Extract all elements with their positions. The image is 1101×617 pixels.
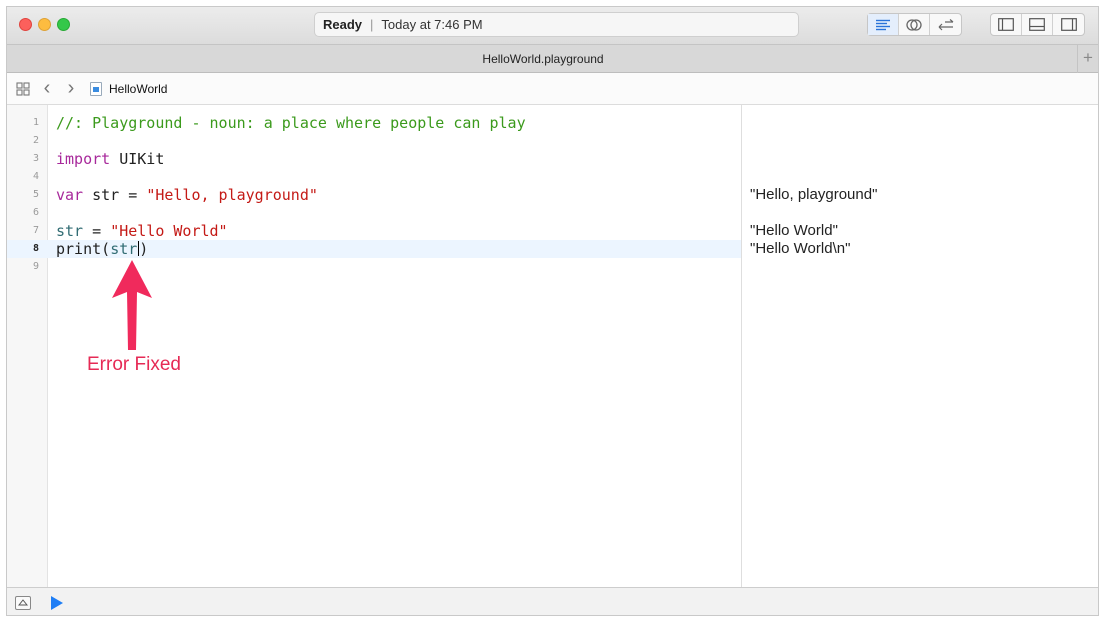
playground-file-icon (90, 81, 102, 96)
status-ready: Ready (323, 17, 363, 32)
code-line: 1 //: Playground - noun: a place where p… (7, 114, 741, 132)
code-string: "Hello World" (110, 222, 228, 240)
annotation-label: Error Fixed (87, 354, 181, 375)
line-number: 8 (32, 243, 39, 254)
playground-window: Ready | Today at 7:46 PM HelloWorld.play… (6, 6, 1099, 616)
tab-bar: HelloWorld.playground + (7, 45, 1098, 73)
tab-playground[interactable]: HelloWorld.playground (7, 45, 1079, 73)
code-string: "Hello, playground" (146, 186, 318, 204)
code-plain: = (83, 222, 111, 240)
right-panel-icon (1060, 18, 1077, 31)
standard-editor-icon (876, 19, 890, 30)
code-text: import UIKit (56, 150, 164, 168)
bottom-panel-icon (1029, 18, 1045, 31)
code-line: 4 (7, 168, 741, 186)
line-number: 1 (32, 117, 39, 128)
code-identifier: st (110, 240, 129, 258)
back-button[interactable]: ‹ (38, 77, 56, 99)
debug-area-icon (18, 598, 28, 605)
line-number: 3 (32, 153, 39, 164)
status-time: Today at 7:46 PM (381, 17, 483, 32)
result-value[interactable]: "Hello, playground" (750, 186, 877, 204)
editor-mode-group (867, 13, 962, 36)
left-panel-icon (998, 18, 1014, 31)
activity-status: Ready | Today at 7:46 PM (314, 12, 799, 37)
code-function: print( (56, 240, 111, 258)
grid-icon (16, 81, 30, 96)
standard-editor-button[interactable] (868, 14, 899, 35)
result-value[interactable]: "Hello World\n" (750, 240, 850, 258)
navigator-toggle-button[interactable] (991, 14, 1022, 35)
code-keyword: import (56, 150, 111, 168)
view-toggle-group (990, 13, 1085, 36)
version-editor-button[interactable] (930, 14, 961, 35)
titlebar: Ready | Today at 7:46 PM (7, 7, 1098, 45)
annotation-arrow-icon (112, 260, 152, 350)
code-text: print(str) (56, 240, 148, 258)
jump-bar: ‹ › HelloWorld (7, 73, 1098, 105)
version-editor-icon (938, 18, 953, 30)
code-plain: str = (83, 186, 147, 204)
line-number: 5 (32, 189, 39, 200)
code-text: //: Playground - noun: a place where peo… (56, 114, 526, 132)
code-text: str = "Hello World" (56, 222, 228, 240)
run-playground-button[interactable] (51, 595, 63, 610)
line-number: 9 (32, 261, 39, 272)
code-line: 2 (7, 132, 741, 150)
line-number: 2 (32, 135, 39, 146)
code-line: 3 import UIKit (7, 150, 741, 168)
code-identifier-end: r (128, 240, 138, 258)
zoom-window-button[interactable] (57, 18, 70, 31)
result-value[interactable]: "Hello World" (750, 222, 838, 240)
assistant-editor-icon (906, 18, 922, 31)
code-keyword: var (56, 186, 84, 204)
forward-button[interactable]: › (62, 77, 80, 99)
code-line: 7 str = "Hello World" (7, 222, 741, 240)
code-line: 5 var str = "Hello, playground" (7, 186, 741, 204)
debug-area-toggle-button[interactable] (1022, 14, 1053, 35)
code-paren: ) (139, 240, 149, 258)
related-items-button[interactable] (14, 80, 32, 98)
breadcrumb[interactable]: HelloWorld (90, 81, 168, 96)
status-separator: | (370, 17, 374, 32)
hide-debug-area-button[interactable] (15, 595, 31, 610)
line-number: 6 (32, 207, 39, 218)
line-number: 7 (32, 225, 39, 236)
breadcrumb-label: HelloWorld (109, 81, 168, 96)
debug-bar (7, 587, 1098, 615)
add-tab-button[interactable]: + (1077, 45, 1098, 73)
inspector-toggle-button[interactable] (1053, 14, 1084, 35)
close-window-button[interactable] (19, 18, 32, 31)
assistant-editor-button[interactable] (899, 14, 930, 35)
code-comment: //: Playground - noun: a place where peo… (56, 114, 526, 132)
code-line: 6 (7, 204, 741, 222)
minimize-window-button[interactable] (38, 18, 51, 31)
line-number: 4 (32, 171, 39, 182)
code-plain: UIKit (110, 150, 165, 168)
code-identifier: str (56, 222, 84, 240)
current-code-line: 8 print(str) (7, 240, 741, 258)
code-text: var str = "Hello, playground" (56, 186, 318, 204)
results-sidebar: "Hello, playground" "Hello World" "Hello… (741, 105, 1098, 587)
